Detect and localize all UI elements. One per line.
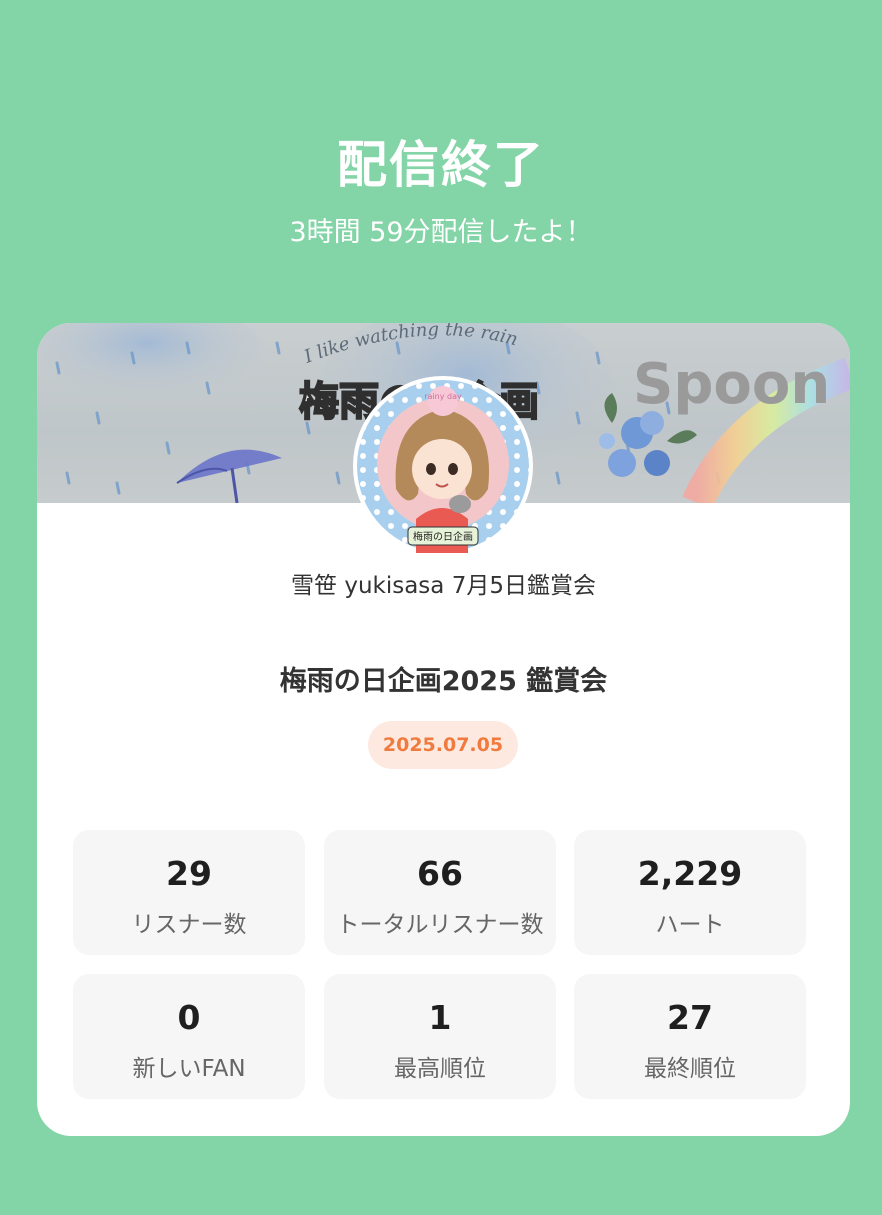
duration-text: 3時間 59分配信したよ！: [289, 217, 593, 248]
svg-text:Spoon: Spoon: [633, 352, 830, 417]
stat-hearts: 2,229 ハート: [574, 830, 806, 955]
stat-total-listeners: 66 トータルリスナー数: [324, 830, 556, 955]
channel-name: 雪笹 yukisasa 7月5日鑑賞会: [291, 573, 596, 599]
stat-new-fans: 0 新しいFAN: [73, 974, 305, 1099]
stat-label: 最終順位: [644, 1056, 736, 1082]
stat-label: 最高順位: [394, 1056, 486, 1082]
live-title: 梅雨の日企画2025 鑑賞会: [279, 666, 608, 697]
stat-value: 27: [667, 998, 713, 1037]
stat-value: 66: [417, 854, 463, 893]
stat-label: ハート: [655, 912, 725, 938]
result-card: I like watching the rain 梅雨の日企画 Spoon: [37, 323, 850, 1136]
avatar-image: rainy day 梅雨の日企画: [357, 380, 529, 553]
stat-value: 29: [166, 854, 212, 893]
svg-text:rainy day: rainy day: [424, 392, 462, 401]
stat-value: 0: [177, 998, 201, 1037]
avatar[interactable]: rainy day 梅雨の日企画: [353, 376, 533, 556]
stat-label: 新しいFAN: [132, 1056, 246, 1082]
umbrella-icon: [176, 449, 282, 503]
stat-value: 2,229: [637, 854, 743, 893]
page-title: 配信終了: [337, 136, 545, 194]
svg-text:梅雨の日企画: 梅雨の日企画: [413, 530, 473, 543]
stat-best-rank: 1 最高順位: [324, 974, 556, 1099]
stat-final-rank: 27 最終順位: [574, 974, 806, 1099]
date-badge: 2025.07.05: [368, 721, 518, 769]
stat-listeners: 29 リスナー数: [73, 830, 305, 955]
stat-value: 1: [428, 998, 452, 1037]
stat-label: トータルリスナー数: [336, 912, 544, 938]
stat-label: リスナー数: [131, 912, 247, 938]
